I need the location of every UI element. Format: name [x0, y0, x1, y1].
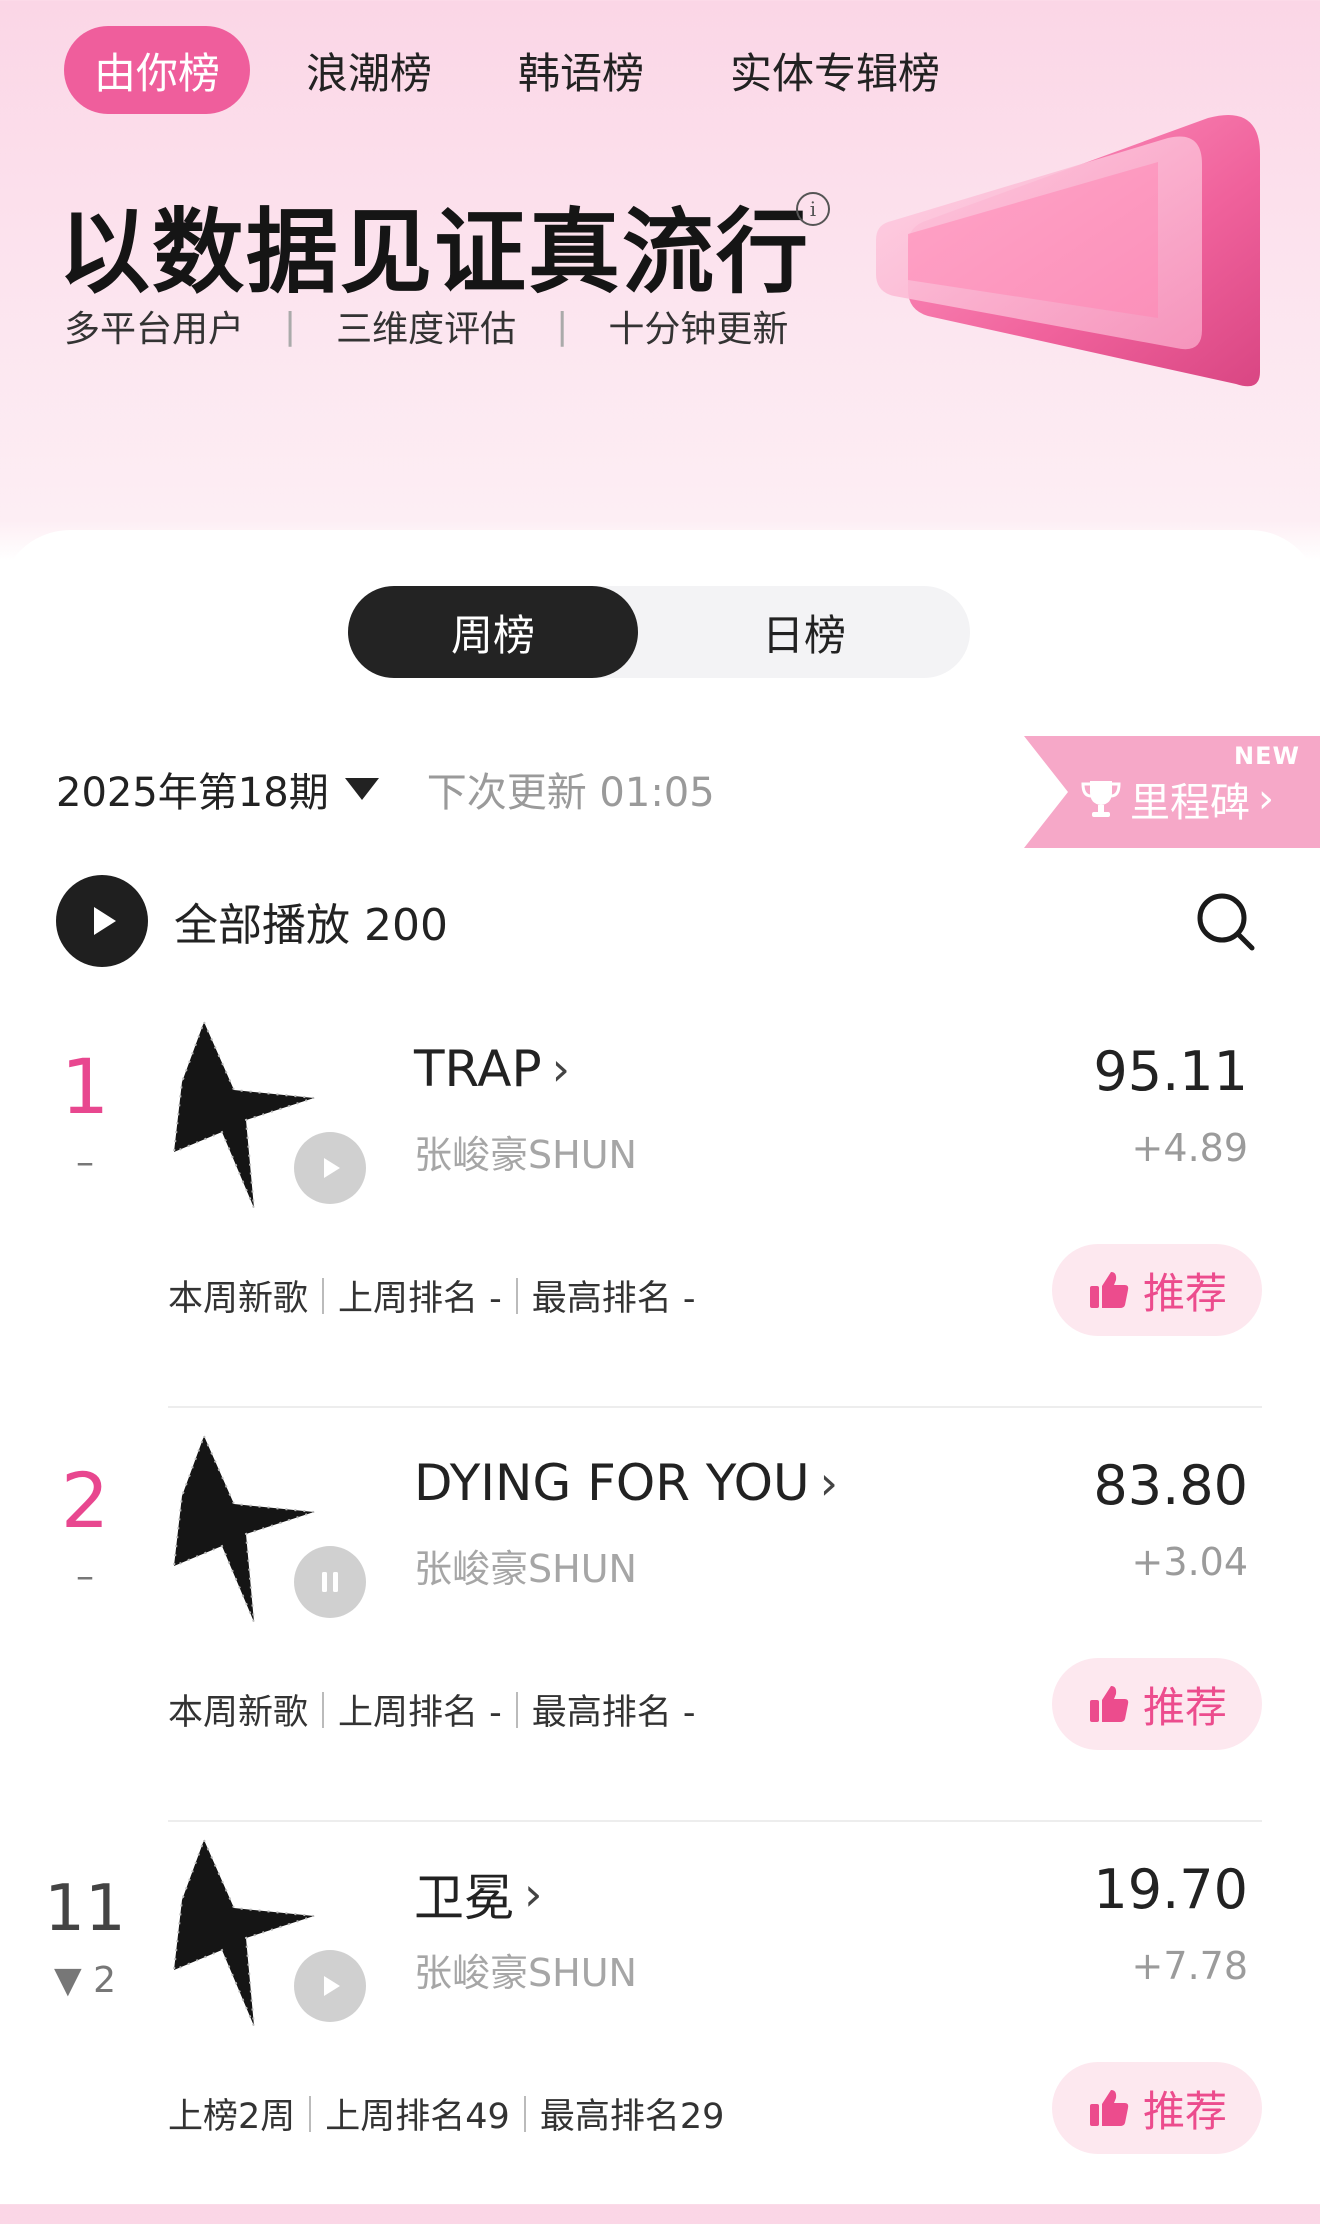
play-all-label: 全部播放 200 — [174, 900, 448, 951]
chevron-right-icon: › — [551, 1042, 571, 1096]
thumbs-up-icon — [1089, 2090, 1129, 2126]
daily-tab[interactable]: 日榜 — [638, 586, 970, 678]
meta-weeks: 本周新歌 — [168, 1279, 309, 1319]
artist-name[interactable]: 张峻豪SHUN — [414, 1124, 637, 1179]
milestone-label-wrap: 里程碑 › — [1078, 770, 1274, 828]
period-selector[interactable]: 2025年第18期 下次更新 01:05 — [56, 760, 715, 818]
song-title-link[interactable]: TRAP › — [414, 1040, 570, 1098]
meta-peak-rank: 最高排名29 — [539, 2097, 725, 2137]
tab-korean-chart[interactable]: 韩语榜 — [488, 26, 674, 114]
milestone-label: 里程碑 — [1130, 780, 1250, 826]
divider — [322, 1691, 325, 1728]
search-icon[interactable] — [1192, 888, 1260, 956]
divider — [515, 1277, 518, 1314]
recommend-label: 推荐 — [1142, 1682, 1227, 1732]
meta-weeks: 本周新歌 — [168, 1693, 309, 1733]
tab-wave-chart[interactable]: 浪潮榜 — [276, 26, 462, 114]
rank-number: 2 — [60, 1456, 110, 1545]
divider — [515, 1691, 518, 1728]
thumbs-up-icon — [1089, 1686, 1129, 1722]
hero-features: 多平台用户 | 三维度评估 | 十分钟更新 — [64, 300, 788, 352]
recommend-label: 推荐 — [1142, 2086, 1227, 2136]
meta-peak-rank: 最高排名 - — [531, 1279, 696, 1319]
pause-icon[interactable] — [294, 1546, 366, 1618]
trophy-icon — [1081, 781, 1121, 817]
divider — [309, 2095, 312, 2132]
meta-last-week-rank: 上周排名49 — [325, 2097, 510, 2137]
recommend-button[interactable]: 推荐 — [1052, 1658, 1262, 1750]
recommend-label: 推荐 — [1142, 1268, 1227, 1318]
info-icon[interactable]: i — [796, 192, 830, 226]
song-meta: 本周新歌 上周排名 - 最高排名 - — [168, 1684, 696, 1735]
song-title: DYING FOR YOU — [414, 1454, 810, 1512]
divider — [523, 2095, 526, 2132]
song-title: TRAP — [414, 1040, 542, 1098]
hero-play-graphic — [876, 114, 1260, 387]
hero-title: 以数据见证真流行 — [58, 199, 811, 306]
rank-change: ▼ 2 — [53, 1960, 117, 2001]
score: 83.80 — [1093, 1454, 1248, 1517]
score-delta: +3.04 — [1131, 1540, 1248, 1584]
rank-change: – — [76, 1142, 94, 1183]
chevron-right-icon: › — [819, 1456, 839, 1510]
artist-name[interactable]: 张峻豪SHUN — [414, 1942, 637, 1997]
caret-down-icon — [344, 778, 379, 800]
new-badge: NEW — [1234, 742, 1300, 770]
rank-number: 11 — [44, 1872, 126, 1946]
meta-weeks: 上榜2周 — [168, 2097, 296, 2137]
divider: | — [556, 305, 569, 347]
play-icon[interactable] — [294, 1132, 366, 1204]
tab-physical-album-chart[interactable]: 实体专辑榜 — [700, 26, 970, 114]
thumbs-up-icon — [1089, 1272, 1129, 1308]
divider — [322, 1277, 325, 1314]
next-update-time: 下次更新 01:05 — [426, 770, 715, 816]
song-meta: 本周新歌 上周排名 - 最高排名 - — [168, 1270, 696, 1321]
feature-multi-platform: 多平台用户 — [64, 309, 245, 350]
rank-number: 1 — [60, 1042, 110, 1131]
meta-peak-rank: 最高排名 - — [531, 1693, 696, 1733]
song-row[interactable]: 2 – DYING FOR YOU › 张峻豪SHUN 83.80 +3.04 … — [0, 1406, 1320, 1822]
tab-youni-chart[interactable]: 由你榜 — [64, 26, 251, 114]
play-icon[interactable] — [294, 1950, 366, 2022]
chart-card: 周榜 日榜 2025年第18期 下次更新 01:05 NEW 里程碑 › 全部播… — [0, 530, 1320, 2204]
feature-three-dimension: 三维度评估 — [336, 309, 517, 350]
rank-change: – — [76, 1556, 94, 1597]
song-title: 卫冕 — [414, 1869, 514, 1927]
song-row[interactable]: 11 ▼ 2 卫冕 › 张峻豪SHUN 19.70 +7.78 上榜2周 上周排… — [0, 1810, 1320, 2224]
chevron-right-icon: › — [524, 1867, 543, 1921]
score: 19.70 — [1093, 1858, 1248, 1921]
meta-last-week-rank: 上周排名 - — [338, 1279, 502, 1319]
score: 95.11 — [1093, 1040, 1248, 1103]
play-icon — [56, 875, 148, 967]
milestone-button[interactable]: NEW 里程碑 › — [1024, 736, 1320, 848]
feature-ten-minute-update: 十分钟更新 — [608, 309, 789, 350]
song-row[interactable]: 1 – TRAP › 张峻豪SHUN 95.11 +4.89 本周新歌 上周排名… — [0, 992, 1320, 1408]
score-delta: +4.89 — [1131, 1126, 1248, 1170]
chevron-right-icon: › — [1258, 776, 1274, 822]
weekly-tab[interactable]: 周榜 — [348, 586, 638, 678]
chart-tabs: 由你榜 浪潮榜 韩语榜 实体专辑榜 — [64, 26, 996, 114]
song-title-link[interactable]: DYING FOR YOU › — [414, 1454, 838, 1512]
song-title-link[interactable]: 卫冕 › — [414, 1858, 542, 1930]
play-all-button[interactable]: 全部播放 200 — [56, 875, 448, 967]
divider: | — [284, 305, 297, 347]
period-label: 2025年第18期 — [56, 770, 329, 816]
artist-name[interactable]: 张峻豪SHUN — [414, 1538, 637, 1593]
meta-last-week-rank: 上周排名 - — [338, 1693, 502, 1733]
period-toggle: 周榜 日榜 — [348, 586, 970, 678]
recommend-button[interactable]: 推荐 — [1052, 2062, 1262, 2154]
recommend-button[interactable]: 推荐 — [1052, 1244, 1262, 1336]
song-meta: 上榜2周 上周排名49 最高排名29 — [168, 2088, 724, 2139]
score-delta: +7.78 — [1131, 1944, 1248, 1988]
